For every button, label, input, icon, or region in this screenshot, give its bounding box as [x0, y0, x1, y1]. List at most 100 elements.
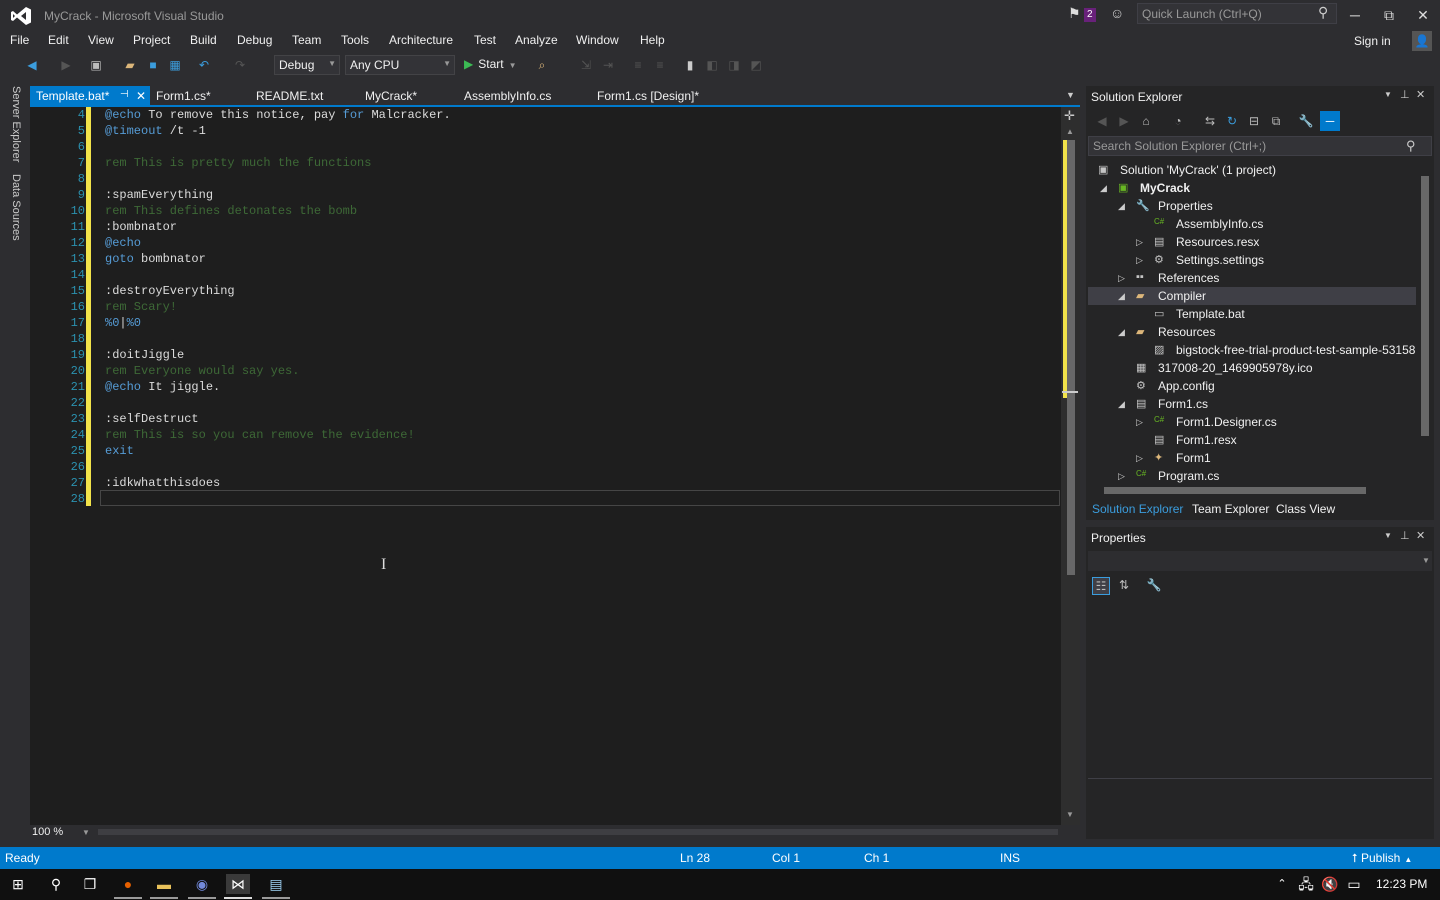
start-debugging-button[interactable]: ▶ Start ▼	[464, 57, 517, 71]
menu-debug[interactable]: Debug	[237, 33, 272, 47]
tree-node[interactable]: Form1.Designer.cs	[1176, 415, 1277, 429]
editor-horizontal-scrollbar[interactable]	[98, 829, 1058, 835]
split-editor-icon[interactable]: ✛	[1064, 108, 1075, 124]
navigate-back-icon[interactable]: ◀	[24, 57, 40, 73]
window-position-dropdown-icon[interactable]: ▼	[1384, 531, 1392, 540]
forward-icon[interactable]: ▶	[1116, 113, 1132, 129]
tree-node[interactable]: Settings.settings	[1176, 253, 1264, 267]
windows-start-icon[interactable]: ⊞	[6, 874, 30, 894]
tab-team-explorer[interactable]: Team Explorer	[1188, 502, 1273, 516]
redo-icon[interactable]: ↷	[232, 57, 248, 73]
code-line[interactable]: :bombnator	[105, 219, 177, 235]
indent-icon[interactable]: ≡	[652, 57, 668, 73]
auto-hide-pin-icon[interactable]: ⊥	[1400, 529, 1410, 542]
tree-node[interactable]: Program.cs	[1158, 469, 1219, 483]
code-line[interactable]: @timeout /t -1	[105, 123, 206, 139]
tab-readme-txt[interactable]: README.txt	[250, 86, 329, 106]
notifications-button[interactable]: ⚑ 2	[1068, 5, 1100, 25]
refresh-icon[interactable]: ↻	[1224, 113, 1240, 129]
back-icon[interactable]: ◀	[1094, 113, 1110, 129]
property-pages-wrench-icon[interactable]: 🔧	[1146, 577, 1162, 593]
tree-node[interactable]: App.config	[1158, 379, 1215, 393]
scrollbar-thumb[interactable]	[1104, 487, 1366, 494]
save-icon[interactable]: ■	[145, 57, 161, 73]
bookmark-icon[interactable]: ▮	[682, 57, 698, 73]
code-line[interactable]: rem Scary!	[105, 299, 177, 315]
tab-mycrack[interactable]: MyCrack*	[359, 86, 423, 106]
close-pane-icon[interactable]: ✕	[1416, 88, 1425, 101]
menu-team[interactable]: Team	[292, 33, 321, 47]
close-pane-icon[interactable]: ✕	[1416, 529, 1425, 542]
tree-node[interactable]: Form1	[1176, 451, 1211, 465]
object-select[interactable]	[1088, 551, 1432, 571]
zoom-level-select[interactable]: 100 % ▼	[32, 826, 92, 840]
clear-bookmarks-icon[interactable]: ◩	[748, 57, 764, 73]
collapse-arrow-icon[interactable]: ◢	[1118, 201, 1125, 212]
menu-build[interactable]: Build	[190, 33, 217, 47]
code-line[interactable]: :selfDestruct	[105, 411, 199, 427]
firefox-icon[interactable]: ●	[116, 874, 140, 894]
tree-node[interactable]: 317008-20_1469905978y.ico	[1158, 361, 1313, 375]
tab-class-view[interactable]: Class View	[1272, 502, 1339, 516]
menu-view[interactable]: View	[88, 33, 114, 47]
previous-bookmark-icon[interactable]: ◧	[704, 57, 720, 73]
menu-project[interactable]: Project	[133, 33, 170, 47]
code-line[interactable]: rem This defines detonates the bomb	[105, 203, 357, 219]
tree-node[interactable]: bigstock-free-trial-product-test-sample-…	[1176, 343, 1415, 357]
auto-hide-pin-icon[interactable]: ⊥	[1400, 88, 1410, 101]
code-line[interactable]: exit	[105, 443, 134, 459]
solution-search-input[interactable]: Search Solution Explorer (Ctrl+;)	[1088, 136, 1432, 156]
menu-test[interactable]: Test	[474, 33, 496, 47]
step-into-icon[interactable]: ⇲	[578, 57, 594, 73]
close-icon[interactable]: ✕	[136, 89, 146, 103]
code-line[interactable]: :spamEverything	[105, 187, 213, 203]
save-all-icon[interactable]: ▦	[167, 57, 183, 73]
scrollbar-thumb[interactable]	[1067, 140, 1075, 575]
minimize-button[interactable]: ─	[1340, 4, 1370, 26]
next-bookmark-icon[interactable]: ◨	[726, 57, 742, 73]
tree-node[interactable]: Form1.cs	[1158, 397, 1208, 411]
code-line[interactable]: :doitJiggle	[105, 347, 184, 363]
menu-architecture[interactable]: Architecture	[389, 33, 453, 47]
tab-solution-explorer[interactable]: Solution Explorer	[1088, 502, 1187, 516]
tree-node[interactable]: References	[1158, 271, 1219, 285]
search-icon[interactable]: ⚲	[1406, 138, 1416, 154]
open-file-icon[interactable]: ▰	[122, 57, 138, 73]
expand-arrow-icon[interactable]: ▷	[1118, 273, 1125, 284]
solution-platform-select[interactable]: Any CPU ▼	[345, 55, 455, 75]
tab-form1-design[interactable]: Form1.cs [Design]*	[591, 86, 705, 106]
scroll-up-icon[interactable]: ▲	[1066, 127, 1074, 136]
tab-overflow-dropdown-icon[interactable]: ▼	[1066, 90, 1075, 100]
feedback-icon[interactable]: ☺	[1110, 5, 1124, 21]
expand-arrow-icon[interactable]: ▷	[1136, 453, 1143, 464]
search-icon[interactable]: ⚲	[1318, 4, 1328, 21]
properties-wrench-icon[interactable]: 🔧	[1298, 113, 1314, 129]
action-center-icon[interactable]: ▭	[1342, 874, 1366, 894]
tree-node[interactable]: Template.bat	[1176, 307, 1245, 321]
collapse-arrow-icon[interactable]: ◢	[1118, 291, 1125, 302]
navigate-forward-icon[interactable]: ▶	[58, 57, 74, 73]
code-line[interactable]: rem Everyone would say yes.	[105, 363, 299, 379]
code-line[interactable]: @echo It jiggle.	[105, 379, 220, 395]
tree-node[interactable]: AssemblyInfo.cs	[1176, 217, 1263, 231]
code-line[interactable]: :idkwhatthisdoes	[105, 475, 220, 491]
task-view-icon[interactable]: ❐	[78, 874, 102, 894]
network-icon[interactable]: 🖧	[1294, 874, 1318, 894]
menu-edit[interactable]: Edit	[48, 33, 69, 47]
taskbar-search-icon[interactable]: ⚲	[44, 874, 68, 894]
data-sources-tab[interactable]: Data Sources	[10, 174, 22, 241]
code-line[interactable]: @echo	[105, 235, 141, 251]
restore-button[interactable]: ⧉	[1374, 4, 1404, 26]
discord-icon[interactable]: ◉	[190, 874, 214, 894]
file-explorer-icon[interactable]: ▬	[152, 874, 176, 894]
preview-selected-items-icon[interactable]: ─	[1320, 111, 1340, 131]
tree-node[interactable]: MyCrack	[1140, 181, 1190, 195]
property-grid[interactable]	[1088, 598, 1432, 776]
pin-icon[interactable]: ⊣	[120, 89, 129, 100]
notepad-icon[interactable]: ▤	[264, 874, 288, 894]
menu-file[interactable]: File	[10, 33, 29, 47]
tree-node[interactable]: Properties	[1158, 199, 1213, 213]
step-over-icon[interactable]: ⇥	[600, 57, 616, 73]
tree-node[interactable]: Compiler	[1158, 289, 1206, 303]
sign-in-link[interactable]: Sign in	[1354, 34, 1391, 48]
